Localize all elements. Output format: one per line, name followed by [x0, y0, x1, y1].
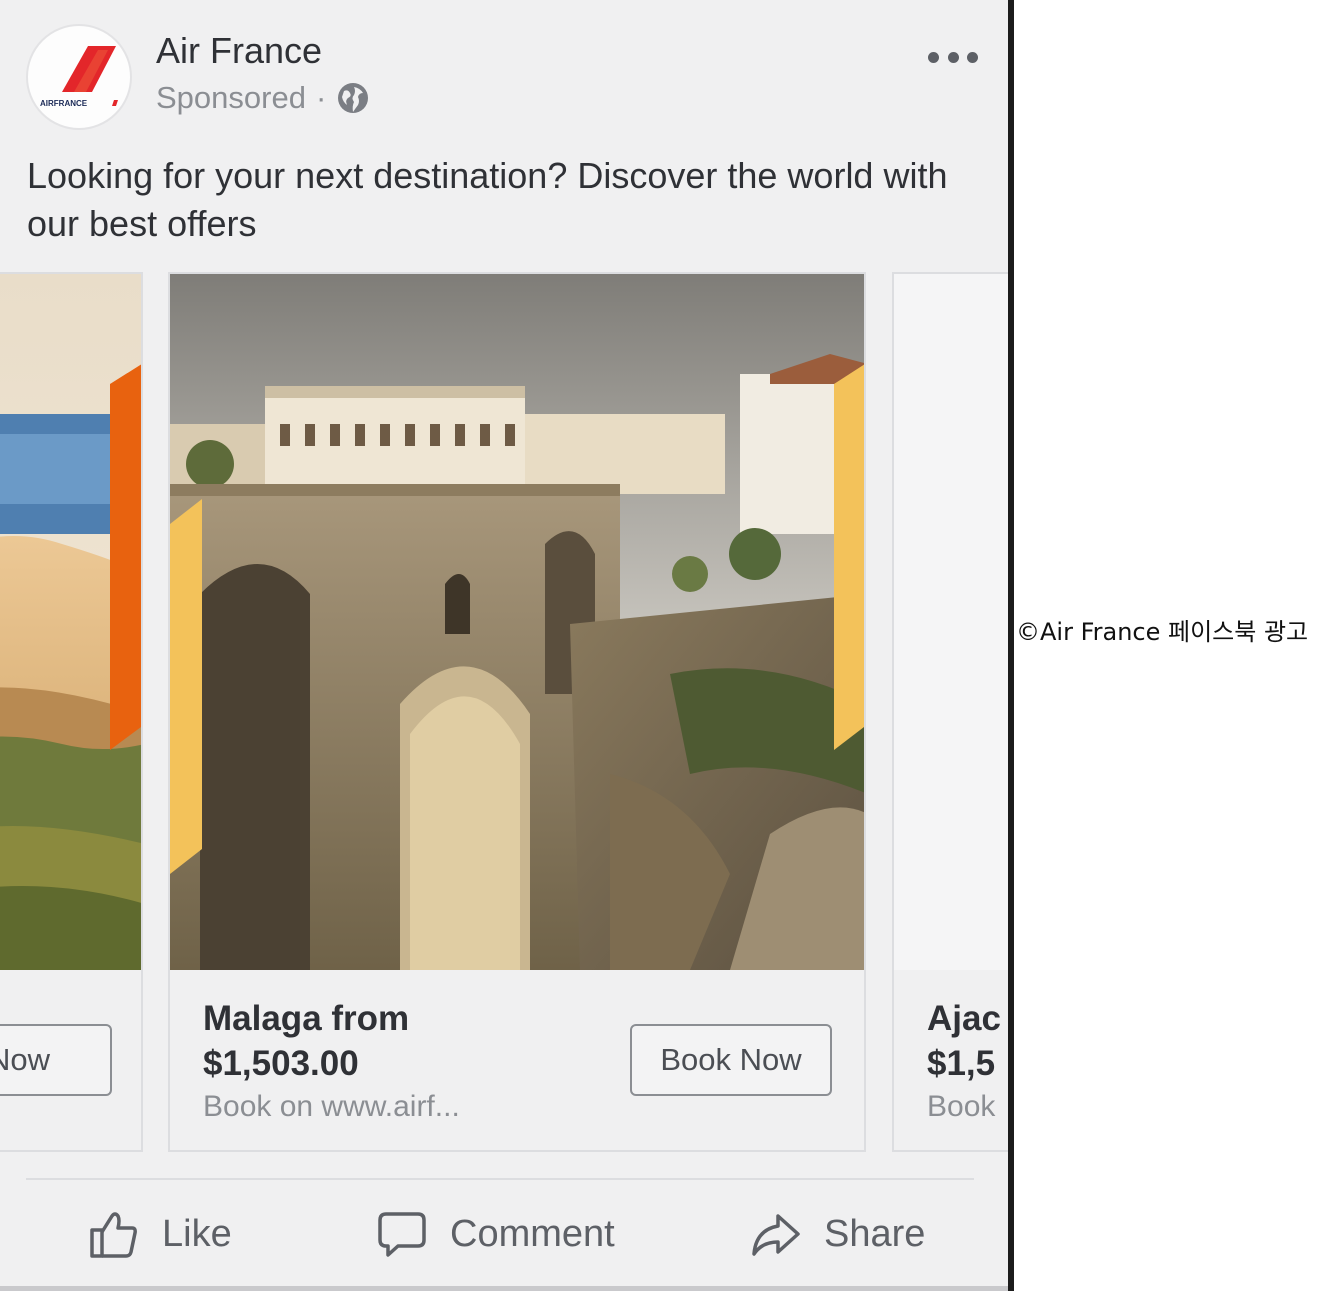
- actions-divider: [26, 1178, 974, 1180]
- card-title: Malaga from $1,503.00: [203, 996, 409, 1086]
- comment-bubble-icon: [378, 1212, 426, 1257]
- card-title-next: Ajac $1,5: [927, 996, 1001, 1086]
- carousel-card-previous[interactable]: k Now: [0, 272, 143, 1152]
- page-name[interactable]: Air France: [156, 30, 322, 72]
- more-dot: [967, 51, 978, 63]
- card-title-price: $1,503.00: [203, 1044, 359, 1083]
- more-dot: [928, 51, 939, 63]
- panel-divider: [1008, 0, 1014, 1291]
- post-body-text: Looking for your next destination? Disco…: [27, 155, 948, 244]
- more-options-icon[interactable]: [928, 44, 978, 70]
- bottom-edge: [0, 1286, 1008, 1291]
- card-title-price-next: $1,5: [927, 1044, 996, 1083]
- card-image-next: [894, 274, 1008, 970]
- more-dot: [947, 51, 959, 63]
- page-avatar[interactable]: AIRFRANCE: [26, 24, 132, 130]
- meta-separator: ·: [315, 80, 327, 115]
- share-button[interactable]: Share: [750, 1204, 925, 1264]
- card-image-ronda-bridge: [170, 274, 864, 970]
- carousel-card-malaga[interactable]: Malaga from $1,503.00 Book on www.airf..…: [168, 272, 866, 1152]
- comment-button[interactable]: Comment: [376, 1204, 615, 1264]
- book-now-button-previous[interactable]: k Now: [0, 1024, 112, 1096]
- facebook-sponsored-post: AIRFRANCE Air France Sponsored · Looking…: [0, 0, 1008, 1291]
- card-title-destination-next: Ajac: [927, 999, 1001, 1038]
- book-now-button[interactable]: Book Now: [630, 1024, 832, 1096]
- share-label: Share: [824, 1212, 926, 1255]
- post-meta: Sponsored ·: [156, 80, 370, 116]
- share-arrow-icon: [752, 1214, 800, 1256]
- sponsored-label[interactable]: Sponsored: [156, 80, 306, 116]
- card-image-desert: [0, 274, 141, 970]
- comment-label: Comment: [450, 1212, 615, 1255]
- like-button[interactable]: Like: [88, 1204, 232, 1264]
- thumbs-up-icon: [90, 1212, 137, 1258]
- globe-icon: [338, 83, 369, 113]
- image-credit-caption: ©Air France 페이스북 광고: [1016, 618, 1309, 646]
- screenshot-stage: AIRFRANCE Air France Sponsored · Looking…: [0, 0, 1327, 1291]
- like-label: Like: [162, 1212, 232, 1255]
- air-france-logo-icon: AIRFRANCE: [40, 46, 118, 108]
- card-title-destination: Malaga from: [203, 999, 410, 1038]
- card-link-caption-next: Book: [927, 1090, 996, 1123]
- logo-wordmark: AIRFRANCE: [40, 99, 88, 108]
- carousel-card-next[interactable]: Ajac $1,5 Book: [892, 272, 1008, 1152]
- card-link-caption: Book on www.airf...: [203, 1090, 460, 1123]
